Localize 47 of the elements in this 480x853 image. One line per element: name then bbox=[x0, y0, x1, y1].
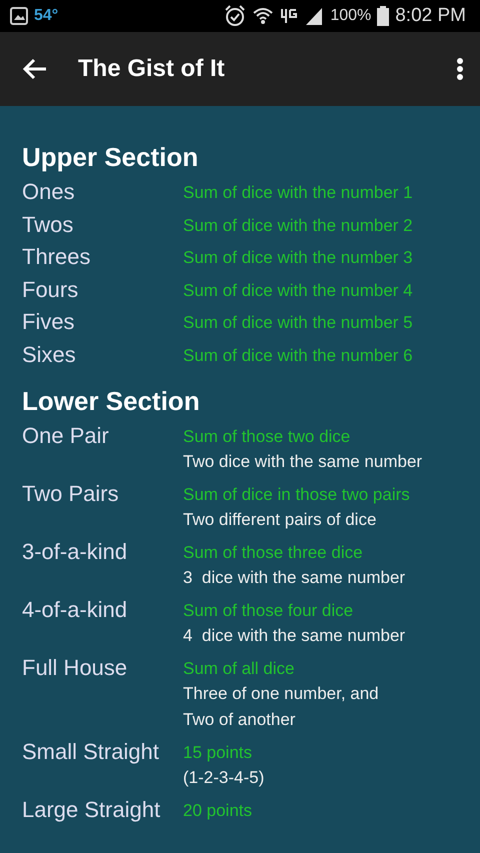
category-name: Ones bbox=[22, 178, 76, 206]
score-rule: Sum of those three dice bbox=[183, 542, 364, 564]
category-description: Three of one number, and bbox=[183, 683, 379, 705]
category-name: Threes bbox=[22, 243, 92, 271]
network-icon bbox=[280, 7, 298, 25]
category-name: Fives bbox=[22, 308, 76, 336]
battery-percent: 100% bbox=[330, 7, 372, 25]
category-description: Two of another bbox=[183, 709, 296, 731]
gallery-icon bbox=[10, 7, 28, 25]
category-name: Fours bbox=[22, 276, 80, 304]
category-name: Sixes bbox=[22, 340, 77, 368]
category-name: Twos bbox=[22, 210, 74, 238]
category-name: 4-of-a-kind bbox=[22, 596, 128, 624]
score-rule: 15 points bbox=[183, 742, 253, 764]
category-name: Full House bbox=[22, 654, 128, 682]
category-name: Two Pairs bbox=[22, 480, 120, 508]
back-button[interactable] bbox=[22, 58, 48, 80]
score-rule: Sum of dice with the number 6 bbox=[183, 344, 413, 366]
alarm-icon bbox=[224, 5, 246, 27]
overflow-menu-button[interactable] bbox=[456, 57, 464, 81]
category-name: 3-of-a-kind bbox=[22, 538, 128, 566]
category-name: One Pair bbox=[22, 422, 110, 450]
score-rule: Sum of dice in those two pairs bbox=[183, 484, 410, 506]
score-rule: Sum of dice with the number 5 bbox=[183, 312, 413, 334]
category-description: 3 dice with the same number bbox=[183, 567, 406, 589]
category-description: (1-2-3-4-5) bbox=[183, 767, 264, 789]
score-rule: Sum of those two dice bbox=[183, 426, 352, 448]
category-name: Large Straight bbox=[22, 796, 162, 824]
section-heading: Upper Section bbox=[22, 142, 200, 173]
battery-icon bbox=[377, 6, 390, 26]
category-description: 4 dice with the same number bbox=[183, 625, 406, 647]
signal-icon bbox=[304, 6, 324, 26]
clock-time: 8:02 PM bbox=[395, 5, 466, 27]
temperature-text: 54° bbox=[34, 7, 58, 25]
score-rule: Sum of dice with the number 3 bbox=[183, 247, 413, 269]
score-rule: Sum of all dice bbox=[183, 658, 296, 680]
section-heading: Lower Section bbox=[22, 386, 201, 417]
score-rule: Sum of dice with the number 1 bbox=[183, 182, 413, 204]
score-rule: Sum of dice with the number 2 bbox=[183, 214, 413, 236]
score-rule: Sum of dice with the number 4 bbox=[183, 280, 413, 302]
screen-title: The Gist of It bbox=[78, 55, 225, 83]
category-name: Small Straight bbox=[22, 738, 160, 766]
score-rule: 20 points bbox=[183, 800, 252, 822]
category-description: Two different pairs of dice bbox=[183, 509, 378, 531]
wifi-icon bbox=[252, 5, 274, 27]
score-rule: Sum of those four dice bbox=[183, 600, 354, 622]
category-description: Two dice with the same number bbox=[183, 451, 422, 473]
